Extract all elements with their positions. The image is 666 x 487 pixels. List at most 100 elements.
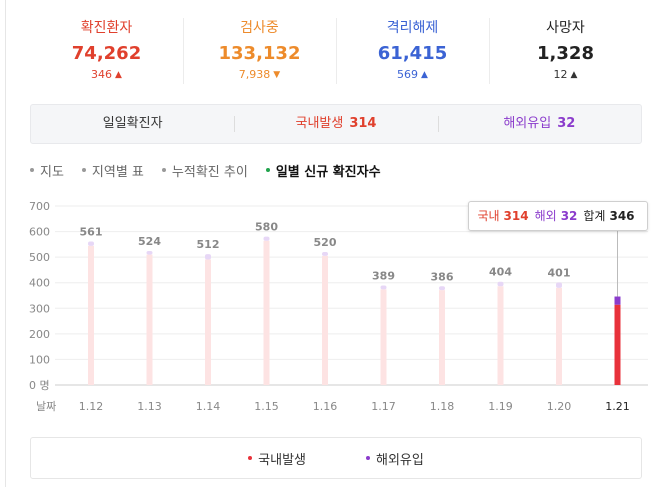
bar-domestic [88, 245, 94, 385]
arrow-up-icon: ▲ [421, 70, 428, 80]
summary-stats: 확진환자 74,262 346 ▲ 검사중 133,132 7,938 ▼ 격리해제… [30, 14, 642, 86]
arrow-up-icon: ▲ [570, 70, 578, 80]
x-tick-label: 1.15 [254, 400, 279, 413]
bar-domestic [146, 254, 153, 385]
y-tick-label: 100 [29, 353, 50, 366]
bar-total-label: 401 [548, 266, 571, 279]
x-tick-label: 1.21 [605, 400, 630, 413]
stat-deaths: 사망자 1,328 12 ▲ [489, 14, 642, 86]
stat-testing: 검사중 133,132 7,938 ▼ [183, 14, 336, 86]
submenu-label: 지도 [40, 164, 64, 180]
bar-domestic [205, 259, 211, 385]
bar-overseas [322, 252, 328, 256]
tooltip-overseas-label: 해외 [534, 209, 557, 223]
bullet-icon [81, 168, 86, 172]
y-tick-label: 200 [29, 328, 50, 341]
bar-overseas [380, 285, 387, 290]
submenu-map[interactable]: 지도 [30, 161, 64, 180]
stat-label: 확진환자 [80, 20, 133, 36]
submenu-label: 일별 신규 확진자수 [275, 164, 381, 180]
tab-overseas[interactable]: 해외유입 32 [437, 105, 641, 143]
tab-domestic[interactable]: 국내발생 314 [234, 105, 437, 143]
bar-total-label: 524 [138, 235, 161, 248]
y-tick-label: 300 [29, 302, 50, 315]
x-tick-label: 1.20 [547, 400, 572, 413]
x-axis-label: 날짜 [36, 400, 56, 413]
bar-domestic [439, 290, 445, 385]
bar-overseas [205, 254, 211, 260]
y-tick-label: 500 [29, 251, 50, 264]
legend-domestic[interactable]: 국내발생 [248, 449, 306, 468]
bullet-icon [265, 168, 270, 172]
tab-label: 일일확진자 [102, 116, 163, 131]
bar-domestic [614, 304, 621, 385]
bar-overseas [556, 282, 562, 288]
bar-overseas [614, 296, 621, 305]
stat-delta-value: 12 [553, 68, 568, 81]
bullet-icon [161, 168, 166, 172]
bar-overseas [497, 281, 504, 287]
view-submenu: 지도 지역별 표 누적확진 추이 일별 신규 확진자수 [30, 160, 399, 180]
stat-value: 1,328 [537, 43, 594, 64]
case-type-tabs: 일일확진자 국내발생 314 해외유입 32 [30, 104, 642, 144]
stat-value: 61,415 [377, 43, 448, 64]
bar-domestic [380, 289, 387, 385]
legend-label: 국내발생 [258, 452, 306, 468]
bar-overseas [263, 236, 270, 241]
arrow-down-icon: ▼ [273, 70, 281, 80]
stat-delta: 12 ▲ [489, 67, 642, 83]
stat-delta-value: 7,938 [238, 68, 271, 81]
y-tick-label: 0 명 [29, 379, 50, 392]
bar-overseas [439, 286, 445, 291]
legend-overseas[interactable]: 해외유입 [366, 449, 424, 468]
tab-count: 32 [557, 116, 576, 131]
x-tick-label: 1.14 [196, 400, 221, 413]
legend-label: 해외유입 [376, 452, 424, 468]
submenu-region-table[interactable]: 지역별 표 [81, 161, 144, 180]
x-tick-label: 1.13 [137, 400, 162, 413]
stat-delta-value: 346 [91, 68, 113, 81]
bar-total-label: 404 [489, 266, 512, 279]
bar-overseas [146, 251, 153, 255]
legend-dot-icon [248, 456, 253, 460]
submenu-label: 누적확진 추이 [171, 164, 248, 180]
stat-value: 74,262 [71, 43, 142, 64]
tab-daily-confirmed[interactable]: 일일확진자 [31, 105, 234, 143]
tooltip-overseas-value: 32 [560, 209, 578, 223]
stat-label: 격리해제 [386, 20, 439, 36]
bar-domestic [322, 255, 328, 385]
submenu-label: 지역별 표 [91, 164, 144, 180]
x-tick-label: 1.17 [371, 400, 396, 413]
bar-domestic [263, 240, 270, 385]
chart-tooltip: 국내 314 해외 32 합계 346 [468, 201, 648, 231]
y-tick-label: 400 [29, 277, 50, 290]
arrow-up-icon: ▲ [115, 70, 122, 80]
stat-label: 사망자 [546, 20, 585, 36]
bar-total-label: 512 [197, 238, 220, 251]
x-tick-label: 1.12 [79, 400, 104, 413]
tooltip-total-label: 합계 [583, 209, 606, 223]
y-tick-label: 600 [29, 226, 50, 239]
bar-domestic [497, 286, 504, 385]
bar-overseas [88, 241, 94, 246]
y-tick-label: 700 [29, 200, 50, 213]
bar-domestic [556, 287, 562, 385]
bar-total-label: 386 [431, 270, 454, 283]
tooltip-domestic-value: 314 [503, 209, 529, 223]
bar-total-label: 561 [80, 226, 103, 239]
bullet-icon [30, 168, 34, 172]
stat-delta: 569 ▲ [336, 67, 489, 83]
tab-label: 국내발생 [295, 116, 344, 131]
bar-total-label: 389 [372, 270, 395, 283]
x-tick-label: 1.19 [488, 400, 513, 413]
stat-delta: 346 ▲ [30, 67, 183, 83]
tooltip-total-value: 346 [609, 209, 635, 223]
stat-released: 격리해제 61,415 569 ▲ [336, 14, 489, 86]
submenu-daily-new[interactable]: 일별 신규 확진자수 [265, 161, 381, 180]
bar-total-label: 580 [255, 221, 278, 234]
legend-dot-icon [366, 456, 370, 460]
tab-label: 해외유입 [503, 116, 552, 131]
submenu-cumulative-trend[interactable]: 누적확진 추이 [161, 161, 248, 180]
x-tick-label: 1.16 [313, 400, 338, 413]
stat-delta-value: 569 [397, 68, 419, 81]
